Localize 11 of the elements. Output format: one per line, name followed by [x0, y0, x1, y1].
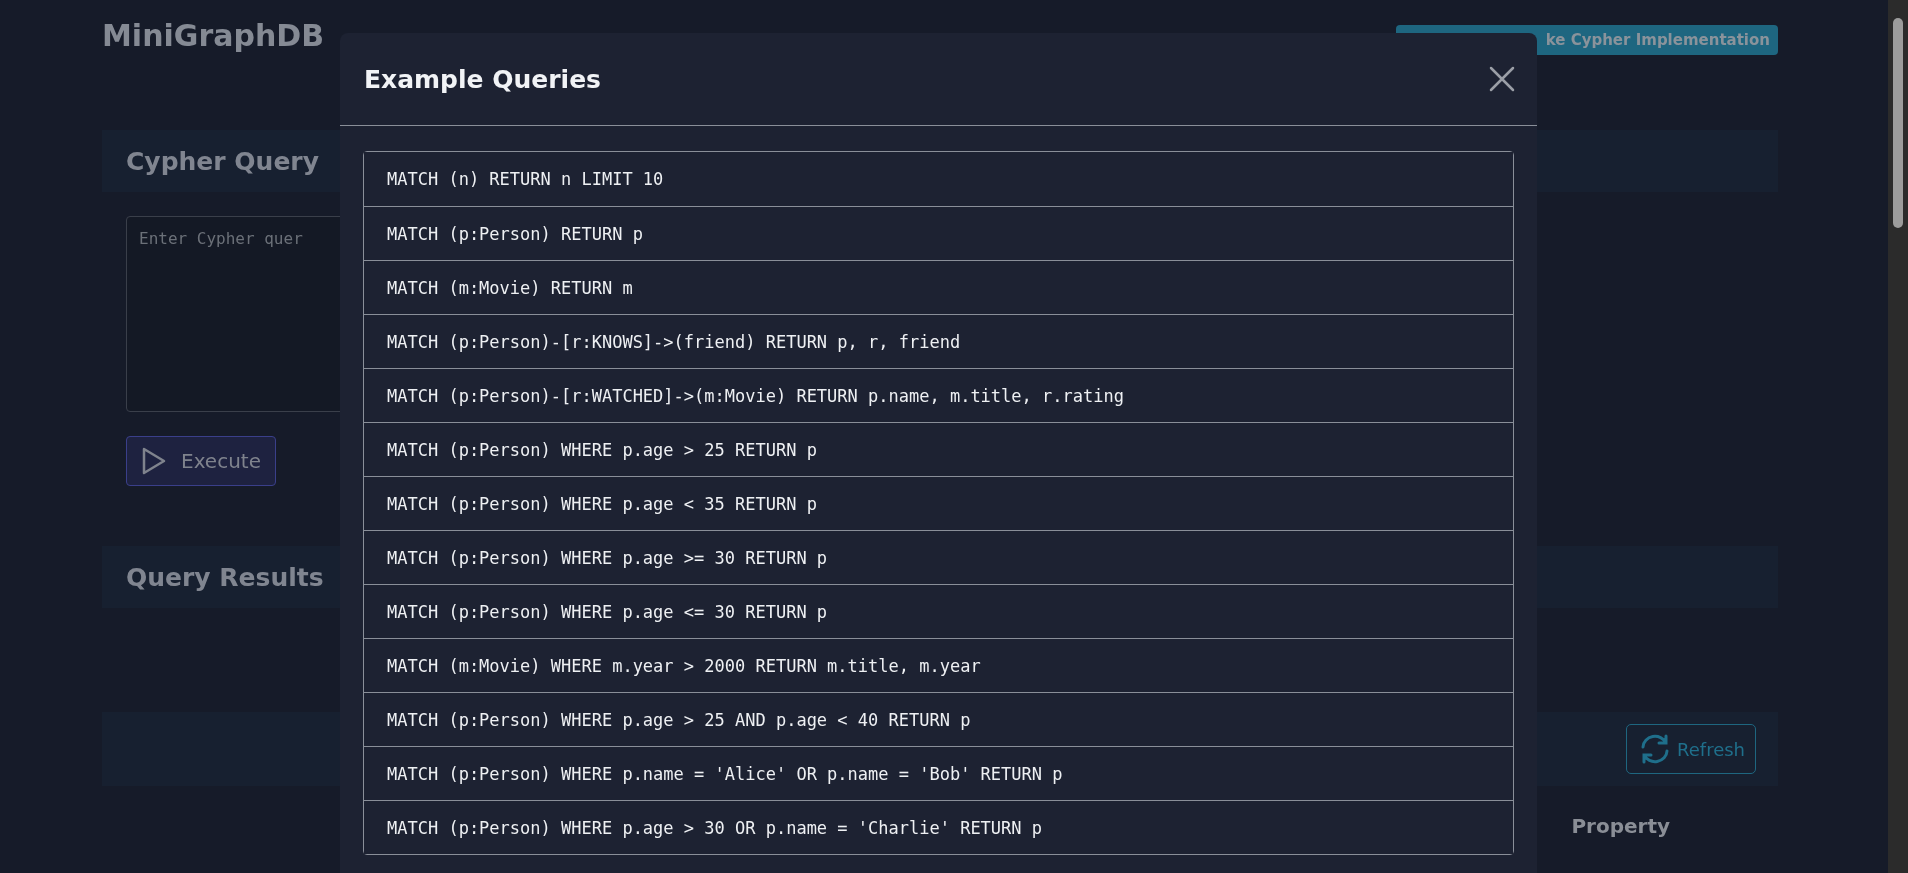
close-button[interactable]	[1489, 66, 1515, 92]
card-title: Cypher Query	[126, 146, 319, 176]
scrollbar[interactable]	[1888, 0, 1908, 873]
modal-title: Example Queries	[364, 64, 601, 94]
card-title: Query Results	[126, 562, 324, 592]
close-icon	[1489, 66, 1515, 92]
column-header: Property	[1571, 814, 1670, 838]
play-icon	[141, 446, 167, 476]
query-list-item[interactable]: MATCH (p:Person) WHERE p.age > 30 OR p.name = 'Charlie' RETURN p	[364, 800, 1513, 854]
execute-button[interactable]: Execute	[126, 436, 276, 486]
app-title: MiniGraphDB	[102, 18, 325, 53]
